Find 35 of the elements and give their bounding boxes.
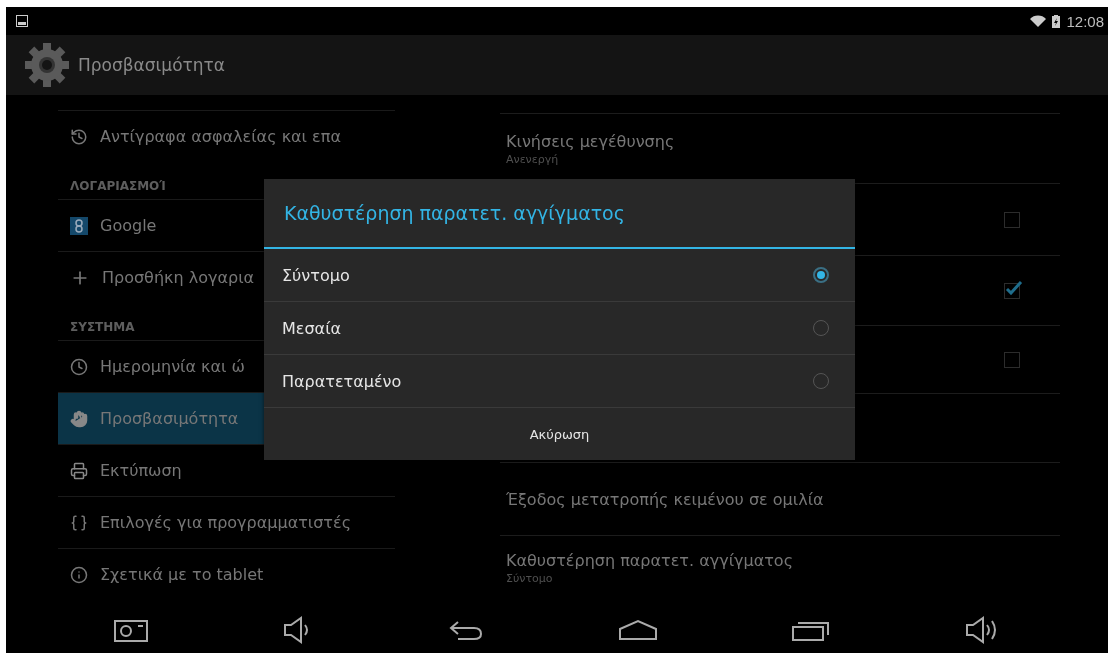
screen-title: Προσβασιμότητα (78, 55, 225, 75)
sidebar-item[interactable]: Αντίγραφα ασφαλείας και επα (58, 110, 395, 162)
google-icon (70, 216, 88, 235)
wifi-icon (1030, 15, 1047, 27)
back-icon[interactable] (447, 619, 484, 641)
image-icon (16, 15, 28, 27)
gear-icon[interactable] (24, 42, 70, 88)
sidebar-item[interactable]: Επιλογές για προγραμματιστές (58, 496, 395, 548)
sidebar-item[interactable]: Σχετικά με το tablet (58, 548, 395, 600)
radio-option[interactable]: Σύντομο (264, 249, 855, 302)
recent-apps-icon[interactable] (791, 619, 830, 641)
setting-summary: Ανενεργή (506, 152, 560, 166)
hand-icon (70, 409, 88, 428)
battery-icon (1052, 14, 1061, 28)
checkbox[interactable] (1004, 282, 1020, 299)
radio-button[interactable] (813, 267, 829, 283)
setting-title[interactable]: Κινήσεις μεγέθυνσης (506, 131, 1020, 151)
info-icon (70, 565, 88, 584)
printer-icon (70, 461, 88, 480)
radio-option[interactable]: Μεσαία (264, 302, 855, 355)
setting-title[interactable]: Έξοδος μετατροπής κειμένου σε ομιλία (506, 489, 1020, 509)
dialog-title: Καθυστέρηση παρατετ. αγγίγματος (264, 179, 855, 249)
setting-summary: Σύντομο (506, 572, 554, 585)
cancel-button[interactable]: Ακύρωση (264, 408, 855, 460)
section-header: ΛΟΓΑΡΙΑΣΜΟΊ (70, 179, 167, 193)
clock-icon (70, 357, 88, 376)
checkbox[interactable] (1004, 211, 1020, 228)
section-header: ΣΥΣΤΗΜΑ (70, 320, 135, 334)
checkbox[interactable] (1004, 351, 1020, 368)
home-icon[interactable] (618, 619, 657, 641)
setting-title[interactable]: Καθυστέρηση παρατετ. αγγίγματος (506, 551, 1020, 570)
status-time: 12:08 (1066, 12, 1104, 30)
history-icon (70, 127, 88, 146)
camera-icon[interactable] (113, 618, 148, 642)
braces-icon (70, 513, 88, 532)
